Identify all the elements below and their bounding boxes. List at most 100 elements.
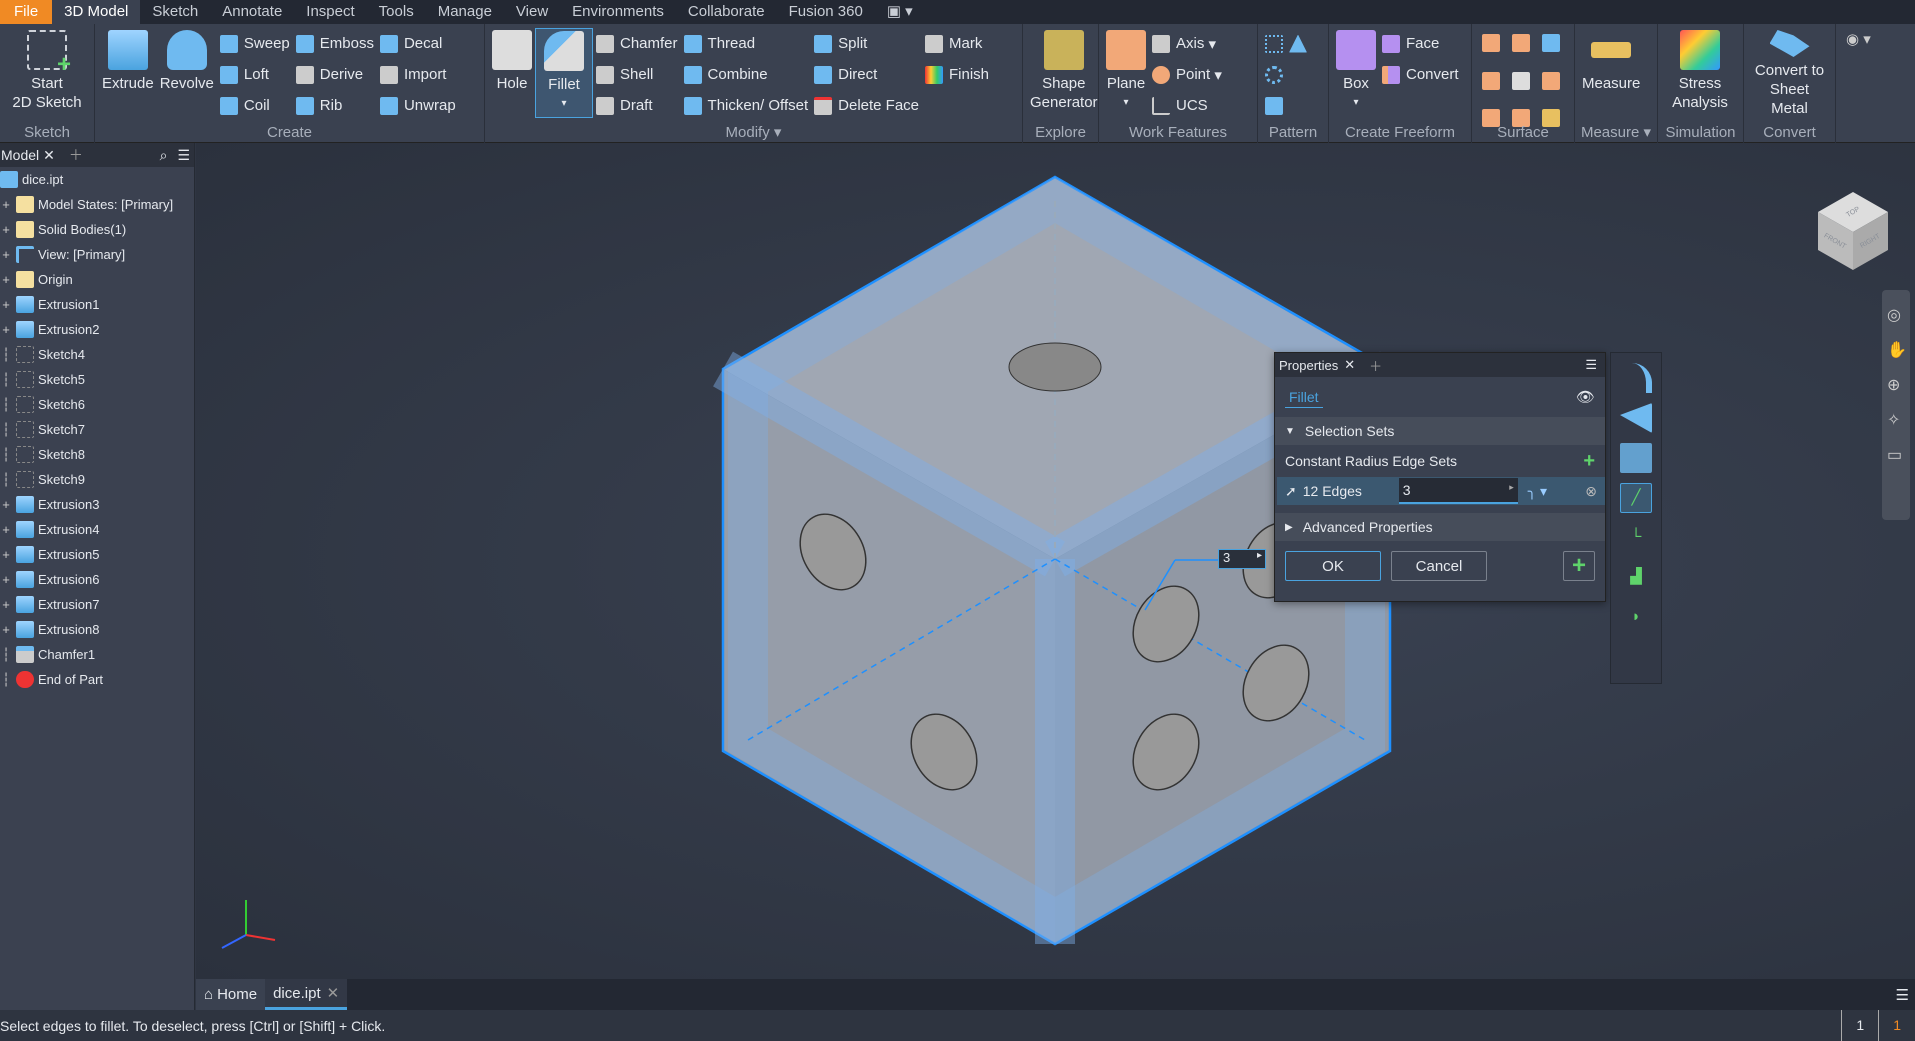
- selection-sets-header[interactable]: ▼ Selection Sets: [1275, 417, 1605, 445]
- tree-root[interactable]: dice.ipt: [0, 167, 194, 192]
- document-tab-dice[interactable]: dice.ipt ✕: [265, 979, 348, 1010]
- shell-button[interactable]: Shell: [596, 59, 678, 90]
- derive-button[interactable]: Derive: [295, 59, 374, 90]
- edge-set-row[interactable]: ➚ 12 Edges 3 ▸ ╮ ▾ ⊗: [1277, 477, 1605, 505]
- expand-icon[interactable]: +: [0, 597, 12, 612]
- tree-node[interactable]: + Extrusion7: [0, 592, 194, 617]
- close-icon[interactable]: ✕: [327, 984, 340, 1002]
- sculpt-icon[interactable]: [1542, 34, 1560, 52]
- tree-node[interactable]: + Extrusion5: [0, 542, 194, 567]
- loft-button[interactable]: Loft: [219, 59, 290, 90]
- tab-3d-model[interactable]: 3D Model: [52, 0, 141, 24]
- advanced-properties-header[interactable]: ▶ Advanced Properties: [1275, 513, 1605, 541]
- search-icon[interactable]: ⌕: [160, 147, 168, 164]
- tree-node[interactable]: + Extrusion2: [0, 317, 194, 342]
- direct-button[interactable]: Direct: [814, 59, 919, 90]
- radius-input[interactable]: 3 ▸: [1398, 478, 1518, 504]
- close-icon[interactable]: ✕: [1344, 357, 1355, 373]
- tab-model[interactable]: Model: [0, 147, 43, 163]
- expand-icon[interactable]: +: [0, 197, 12, 212]
- unwrap-button[interactable]: Unwrap: [379, 90, 456, 121]
- convert-to-sheet-metal-button[interactable]: Convert to Sheet Metal: [1748, 28, 1831, 118]
- expand-icon[interactable]: +: [0, 622, 12, 637]
- tree-node[interactable]: ┆ Sketch8: [0, 442, 194, 467]
- mark-button[interactable]: Mark: [925, 28, 989, 59]
- fillet-type-dropdown[interactable]: ╮ ▾: [1528, 483, 1547, 500]
- full-round-fillet-icon[interactable]: [1620, 443, 1652, 473]
- tree-node[interactable]: ┆ Sketch7: [0, 417, 194, 442]
- tab-environments[interactable]: Environments: [560, 0, 676, 24]
- fillet-button[interactable]: Fillet ▾: [535, 28, 593, 118]
- rectangular-pattern-button[interactable]: [1265, 28, 1313, 59]
- panel-toggle-icon[interactable]: ▣ ▾: [875, 0, 925, 24]
- tree-node[interactable]: + Extrusion4: [0, 517, 194, 542]
- circular-pattern-button[interactable]: [1265, 59, 1313, 90]
- ok-button[interactable]: OK: [1285, 551, 1381, 581]
- thread-button[interactable]: Thread: [683, 28, 809, 59]
- expand-icon[interactable]: +: [0, 547, 12, 562]
- tree-node[interactable]: + Model States: [Primary]: [0, 192, 194, 217]
- shape-generator-button[interactable]: Shape Generator: [1027, 28, 1101, 118]
- home-tab[interactable]: ⌂ Home: [196, 979, 266, 1010]
- tree-node[interactable]: + View: [Primary]: [0, 242, 194, 267]
- apply-button[interactable]: +: [1563, 551, 1595, 581]
- face-fillet-icon[interactable]: [1620, 403, 1652, 433]
- axis-button[interactable]: Axis ▾: [1152, 28, 1222, 59]
- sketch-driven-pattern-button[interactable]: [1265, 90, 1313, 121]
- select-feature-icon[interactable]: ▟: [1620, 563, 1652, 593]
- revolve-button[interactable]: Revolve: [157, 28, 217, 118]
- coil-button[interactable]: Coil: [219, 90, 290, 121]
- plane-button[interactable]: Plane ▾: [1103, 28, 1149, 118]
- combine-button[interactable]: Combine: [683, 59, 809, 90]
- tab-view[interactable]: View: [504, 0, 560, 24]
- ribbon-options-icon[interactable]: ◉ ▾: [1836, 24, 1881, 142]
- edge-fillet-icon[interactable]: [1620, 363, 1652, 393]
- tab-sketch[interactable]: Sketch: [140, 0, 210, 24]
- group-label[interactable]: Modify ▾: [485, 123, 1022, 141]
- trim-icon[interactable]: [1482, 71, 1500, 90]
- decal-button[interactable]: Decal: [379, 28, 456, 59]
- tab-manage[interactable]: Manage: [426, 0, 504, 24]
- measure-button[interactable]: Measure: [1579, 28, 1643, 118]
- zoom-icon[interactable]: ⊕: [1887, 375, 1905, 395]
- finish-button[interactable]: Finish: [925, 59, 989, 90]
- view-cube[interactable]: TOP FRONT RIGHT: [1818, 192, 1888, 270]
- chamfer-button[interactable]: Chamfer: [596, 28, 678, 59]
- group-label[interactable]: Measure ▾: [1575, 123, 1657, 141]
- eye-icon[interactable]: 👁: [1576, 388, 1595, 406]
- remove-icon[interactable]: ⊗: [1585, 483, 1597, 500]
- expand-icon[interactable]: +: [0, 247, 12, 262]
- draft-button[interactable]: Draft: [596, 90, 678, 121]
- expand-icon[interactable]: +: [0, 272, 12, 287]
- tab-tools[interactable]: Tools: [367, 0, 426, 24]
- face-button[interactable]: Face: [1382, 28, 1459, 59]
- tree-node[interactable]: ┆ Sketch9: [0, 467, 194, 492]
- start-2d-sketch-button[interactable]: + Start 2D Sketch: [4, 28, 90, 118]
- split-button[interactable]: Split: [814, 28, 919, 59]
- import-button[interactable]: Import: [379, 59, 456, 90]
- expand-icon[interactable]: +: [0, 572, 12, 587]
- add-tab-icon[interactable]: ＋: [1369, 356, 1382, 375]
- extrude-button[interactable]: Extrude: [99, 28, 157, 118]
- thicken-offset-button[interactable]: Thicken/ Offset: [683, 90, 808, 121]
- tree-node[interactable]: ┆ Sketch5: [0, 367, 194, 392]
- tree-node[interactable]: + Extrusion6: [0, 567, 194, 592]
- emboss-button[interactable]: Emboss: [295, 28, 374, 59]
- tab-fusion-360[interactable]: Fusion 360: [777, 0, 875, 24]
- tab-inspect[interactable]: Inspect: [294, 0, 366, 24]
- tree-node[interactable]: ┆ Sketch4: [0, 342, 194, 367]
- tree-node[interactable]: + Solid Bodies(1): [0, 217, 194, 242]
- look-at-icon[interactable]: ▭: [1887, 445, 1905, 465]
- tab-menu-icon[interactable]: ☰: [1896, 986, 1909, 1004]
- add-edge-set-icon[interactable]: +: [1583, 450, 1595, 473]
- cancel-button[interactable]: Cancel: [1391, 551, 1487, 581]
- sweep-button[interactable]: Sweep: [219, 28, 290, 59]
- select-all-icon[interactable]: ◗: [1620, 603, 1652, 633]
- tree-node[interactable]: + Origin: [0, 267, 194, 292]
- stress-analysis-button[interactable]: Stress Analysis: [1662, 28, 1738, 118]
- pan-icon[interactable]: ✋: [1887, 340, 1907, 360]
- ucs-button[interactable]: UCS: [1152, 90, 1222, 121]
- menu-icon[interactable]: ☰: [1585, 357, 1597, 373]
- rib-button[interactable]: Rib: [295, 90, 374, 121]
- patch-icon[interactable]: [1512, 34, 1530, 52]
